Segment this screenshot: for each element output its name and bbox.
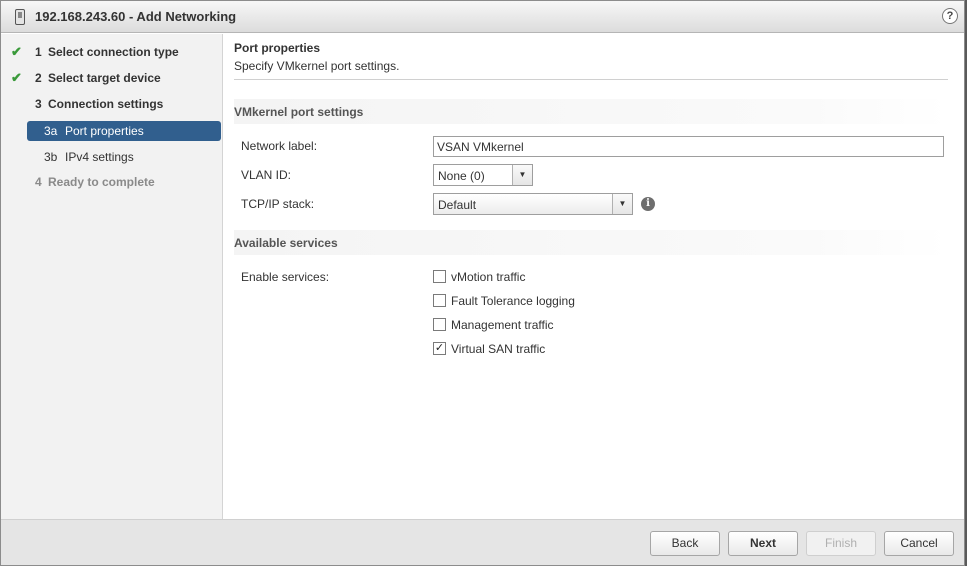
section-available-services: Available services bbox=[234, 230, 948, 255]
step-label: Select target device bbox=[48, 71, 161, 85]
vlan-id-select[interactable]: None (0) ▼ bbox=[433, 164, 533, 186]
page-title: Port properties bbox=[234, 41, 321, 55]
title-bar[interactable]: 192.168.243.60 - Add Networking ? bbox=[1, 1, 964, 33]
checkbox-label[interactable]: Management traffic bbox=[451, 318, 554, 332]
step-number: 1 bbox=[35, 45, 42, 59]
section-title: VMkernel port settings bbox=[234, 105, 364, 119]
substep-number: 3b bbox=[44, 150, 58, 164]
substep-label: IPv4 settings bbox=[65, 150, 134, 164]
tcpip-stack-label: TCP/IP stack: bbox=[241, 197, 315, 211]
network-label-input[interactable] bbox=[433, 136, 944, 157]
chevron-down-icon[interactable]: ▼ bbox=[612, 194, 632, 214]
cancel-button[interactable]: Cancel bbox=[884, 531, 954, 556]
checkbox-checked[interactable]: ✓ bbox=[433, 342, 446, 355]
tcpip-stack-select[interactable]: Default ▼ bbox=[433, 193, 633, 215]
host-icon bbox=[15, 9, 25, 25]
checkbox[interactable] bbox=[433, 270, 446, 283]
substep-number: 3a bbox=[44, 124, 58, 138]
step-label: Connection settings bbox=[48, 97, 164, 111]
section-vmkernel-port-settings: VMkernel port settings bbox=[234, 99, 948, 124]
next-button[interactable]: Next bbox=[728, 531, 798, 556]
tcpip-stack-value: Default bbox=[438, 198, 477, 212]
checkbox-label[interactable]: Fault Tolerance logging bbox=[451, 294, 575, 308]
checkbox[interactable] bbox=[433, 318, 446, 331]
wizard-steps-sidebar: ✔ 1 Select connection type ✔ 2 Select ta… bbox=[1, 34, 223, 519]
substep-ipv4-settings[interactable]: 3b IPv4 settings bbox=[27, 147, 221, 167]
substep-label: Port properties bbox=[65, 124, 144, 138]
divider bbox=[234, 79, 948, 80]
checkbox-label[interactable]: vMotion traffic bbox=[451, 270, 525, 284]
step-number: 2 bbox=[35, 71, 42, 85]
info-icon[interactable]: i bbox=[641, 197, 655, 211]
main-content: Port properties Specify VMkernel port se… bbox=[224, 34, 964, 519]
vlan-id-value: None (0) bbox=[438, 169, 485, 183]
section-title: Available services bbox=[234, 236, 338, 250]
dialog-footer: Back Next Finish Cancel bbox=[1, 519, 964, 565]
checkbox-label[interactable]: Virtual SAN traffic bbox=[451, 342, 545, 356]
step-number: 4 bbox=[35, 175, 42, 189]
page-subtitle: Specify VMkernel port settings. bbox=[234, 59, 400, 73]
add-networking-dialog: 192.168.243.60 - Add Networking ? ✔ 1 Se… bbox=[0, 0, 965, 566]
step-number: 3 bbox=[35, 97, 42, 111]
check-icon: ✔ bbox=[11, 44, 22, 59]
step-label: Ready to complete bbox=[48, 175, 155, 189]
network-label-label: Network label: bbox=[241, 139, 318, 153]
finish-button: Finish bbox=[806, 531, 876, 556]
step-label: Select connection type bbox=[48, 45, 179, 59]
chevron-down-icon[interactable]: ▼ bbox=[512, 165, 532, 185]
check-icon: ✔ bbox=[11, 70, 22, 85]
window-title: 192.168.243.60 - Add Networking bbox=[35, 9, 237, 24]
checkbox[interactable] bbox=[433, 294, 446, 307]
back-button[interactable]: Back bbox=[650, 531, 720, 556]
enable-services-label: Enable services: bbox=[241, 270, 330, 284]
substep-port-properties[interactable]: 3a Port properties bbox=[27, 121, 221, 141]
help-icon[interactable]: ? bbox=[942, 8, 958, 24]
vlan-id-label: VLAN ID: bbox=[241, 168, 292, 182]
